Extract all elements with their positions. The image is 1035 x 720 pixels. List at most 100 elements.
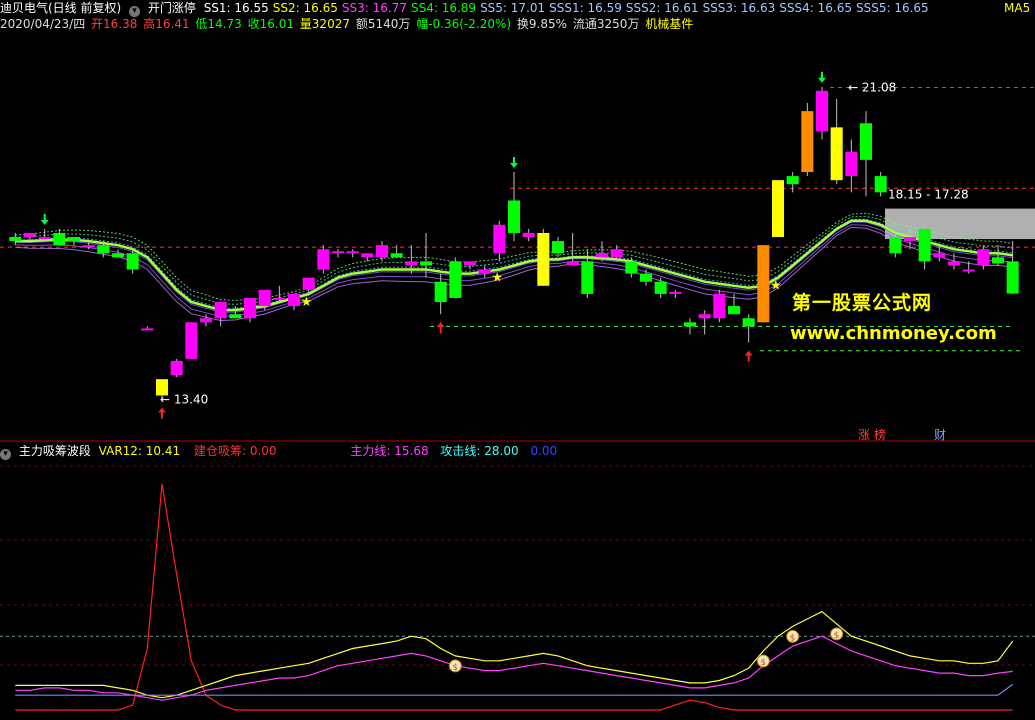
candle-body <box>962 269 975 272</box>
candle-body <box>845 151 858 177</box>
star-b-icon: ★ <box>770 279 782 294</box>
candle-body <box>918 228 931 262</box>
candle <box>449 257 462 298</box>
quote-amount: 额5140万 <box>355 17 411 31</box>
ss-value: SS5: 17.01 <box>480 1 546 15</box>
candle <box>845 139 858 193</box>
candle-body <box>67 237 81 242</box>
chart-header: 迪贝电气(日线 前复权) ▾ 开门涨停 SS1: 16.55 SS2: 16.65… <box>0 0 937 17</box>
candle-body <box>977 249 990 266</box>
candle-body <box>801 111 814 173</box>
candle-body <box>214 302 227 319</box>
quote-change: 幅-0.36(-2.20%) <box>416 17 512 31</box>
candle <box>346 249 359 258</box>
candle <box>53 228 66 246</box>
candle-body <box>947 261 961 266</box>
quote-sector[interactable]: 机械基件 <box>645 17 693 31</box>
candle-body <box>639 273 653 282</box>
candle <box>493 220 506 262</box>
price-range-box <box>885 208 1035 240</box>
candle-body <box>581 261 594 294</box>
quote-high: 高16.41 <box>143 17 190 31</box>
sell-arrow-icon <box>510 157 518 169</box>
candle-body <box>669 291 682 294</box>
candle <box>859 111 873 197</box>
candle-body <box>141 328 154 331</box>
candle <box>463 261 477 270</box>
candle-body <box>38 237 51 240</box>
money-bag-icon: $ <box>830 627 844 641</box>
candle-body <box>170 360 183 376</box>
candle-body <box>331 251 345 254</box>
candle-body <box>97 245 110 254</box>
stock-chart-window: 迪贝电气(日线 前复权) ▾ 开门涨停 SS1: 16.55 SS2: 16.65… <box>0 0 1035 720</box>
candle <box>918 224 931 270</box>
candle-body <box>82 245 95 248</box>
badge-bang[interactable]: 榜 <box>874 428 886 442</box>
candle <box>185 322 198 359</box>
candle-body <box>449 261 462 298</box>
candle <box>522 228 535 242</box>
candle-body <box>405 261 418 266</box>
ss-value: SSS1: 16.59 <box>549 1 622 15</box>
gongji-value: 攻击线: 28.00 <box>440 444 519 458</box>
stock-title[interactable]: 迪贝电气(日线 前复权) <box>0 1 121 15</box>
candle-body <box>419 261 433 266</box>
candle-body <box>390 253 403 258</box>
sub-series-line <box>15 483 1013 711</box>
ss-value: SSS3: 16.63 <box>702 1 776 15</box>
watermark-url: www.chnmoney.com <box>790 323 997 344</box>
buy-arrow-icon <box>436 322 445 334</box>
candle-body <box>361 253 374 258</box>
sub-series-line <box>15 635 1013 701</box>
candle <box>713 289 726 323</box>
quote-date: 2020/04/23/四 <box>0 17 86 31</box>
candle-body <box>991 257 1005 264</box>
candle <box>243 297 257 323</box>
indicator-name[interactable]: 开门涨停 <box>148 1 196 15</box>
money-bag-symbol: $ <box>760 658 766 668</box>
candle-body <box>683 322 697 327</box>
candle <box>669 289 682 298</box>
price-chart[interactable]: ★ ★ ★ ← 21.08 ← 13.40 18.15 - 17.28 <box>0 32 1035 442</box>
candle-body <box>713 293 726 319</box>
candle-body <box>522 232 535 238</box>
candle <box>1006 241 1019 294</box>
quote-close: 收16.01 <box>247 17 294 31</box>
money-bag-symbol: $ <box>834 631 840 641</box>
candle-body <box>889 237 902 254</box>
quote-turnover: 换9.85% <box>516 17 568 31</box>
candle <box>654 277 667 298</box>
candle-body <box>199 318 213 323</box>
candle <box>801 102 814 177</box>
candle <box>214 302 227 327</box>
candle-body <box>375 245 389 258</box>
candle-body <box>273 297 286 300</box>
candle-body <box>933 253 946 258</box>
sub-indicator-settings-icon[interactable]: ▾ <box>0 449 11 460</box>
candle-body <box>830 127 843 181</box>
candle <box>786 172 799 193</box>
candle-body <box>625 261 638 274</box>
candle-body <box>654 281 667 294</box>
candle <box>874 172 887 197</box>
buy-arrow-icon <box>158 407 166 419</box>
sub-indicator-chart[interactable]: $ $ $ $ <box>0 460 1035 720</box>
candle-body <box>317 249 330 270</box>
candle-body <box>757 245 770 323</box>
sub-indicator-title[interactable]: 主力吸筹波段 <box>19 444 91 458</box>
money-bag-icon: $ <box>756 654 770 668</box>
candle-body <box>566 261 579 266</box>
badge-zhang[interactable]: 涨 <box>858 428 870 442</box>
high-price-label: ← 21.08 <box>848 81 896 95</box>
candle <box>639 269 653 286</box>
money-bag-symbol: $ <box>790 633 796 643</box>
ss-value: SSS2: 16.61 <box>625 1 699 15</box>
money-bag-icon: $ <box>786 629 800 643</box>
quote-volume: 量32027 <box>299 17 350 31</box>
candle-body <box>874 176 887 193</box>
badge-cai[interactable]: 财 <box>934 428 946 442</box>
sell-arrow-icon <box>40 213 49 225</box>
candle-body <box>551 241 565 254</box>
candle <box>361 253 374 262</box>
